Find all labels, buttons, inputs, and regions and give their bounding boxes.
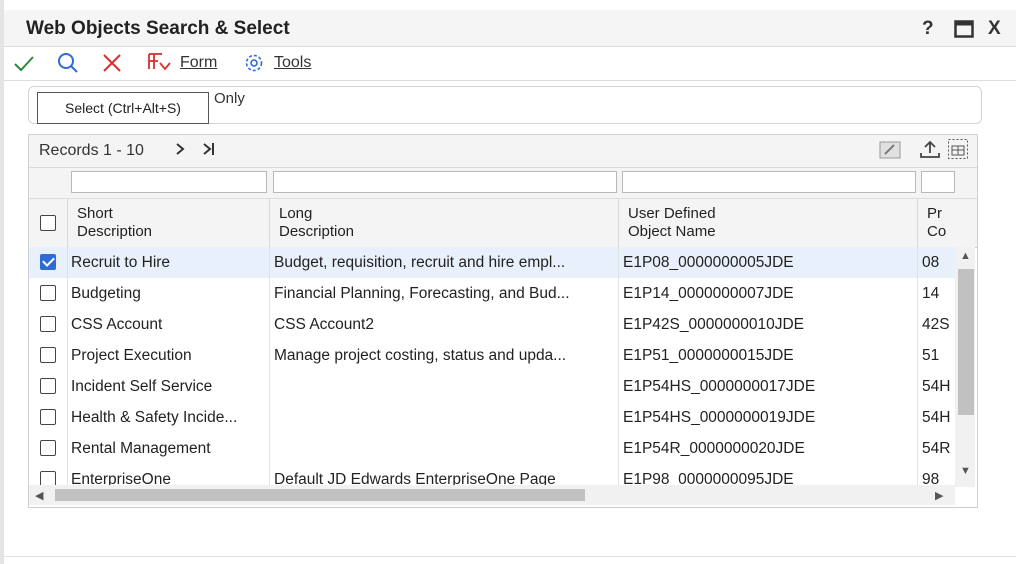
table-row[interactable]: Health & Safety Incide... E1P54HS_000000… [29, 402, 955, 434]
tools-menu[interactable]: Tools [274, 54, 311, 72]
cancel-icon[interactable] [100, 51, 124, 80]
row-checkbox[interactable] [40, 409, 56, 425]
row-checkbox[interactable] [40, 254, 56, 270]
maximize-icon[interactable] [954, 20, 974, 44]
grid-rows: Recruit to Hire Budget, requisition, rec… [29, 247, 977, 487]
grid-header-bar: Records 1 - 10 [29, 135, 977, 168]
row-checkbox[interactable] [40, 378, 56, 394]
form-icon[interactable] [146, 51, 172, 80]
cell-udo-name: E1P42S_0000000010JDE [623, 316, 804, 333]
cell-short-description: Rental Management [71, 440, 211, 457]
scroll-up-icon[interactable]: ▲ [960, 250, 971, 262]
col-divider [67, 199, 68, 247]
udo-name-filter[interactable] [622, 171, 916, 193]
table-row[interactable]: EnterpriseOne Default JD Edwards Enterpr… [29, 464, 955, 487]
row-checkbox[interactable] [40, 347, 56, 363]
row-checkbox[interactable] [40, 285, 56, 301]
cell-short-description: CSS Account [71, 316, 163, 333]
cell-short-description: Health & Safety Incide... [71, 409, 238, 426]
col-header-long-description[interactable]: Long Description [279, 205, 354, 241]
cell-product-code: 54H [922, 409, 951, 426]
product-code-filter[interactable] [921, 171, 955, 193]
cell-product-code: 14 [922, 285, 940, 302]
column-filter-row [29, 168, 977, 198]
short-description-filter[interactable] [71, 171, 267, 193]
long-description-filter[interactable] [273, 171, 617, 193]
table-row[interactable]: Rental Management E1P54R_0000000020JDE 5… [29, 433, 955, 465]
horizontal-scroll-thumb[interactable] [55, 489, 585, 501]
scroll-right-icon[interactable]: ▶ [935, 489, 943, 502]
cell-udo-name: E1P54HS_0000000019JDE [623, 409, 816, 426]
vertical-scrollbar[interactable]: ▲ ▼ [955, 247, 975, 487]
col-header-short-description[interactable]: Short Description [77, 205, 152, 241]
col-divider [269, 199, 270, 247]
export-icon[interactable] [919, 139, 941, 164]
cell-udo-name: E1P51_0000000015JDE [623, 347, 794, 364]
select-all-checkbox[interactable] [40, 215, 56, 231]
cell-udo-name: E1P08_0000000005JDE [623, 254, 794, 271]
search-icon[interactable] [56, 51, 80, 80]
table-row[interactable]: Recruit to Hire Budget, requisition, rec… [29, 247, 955, 279]
cell-product-code: 54R [922, 440, 951, 457]
vertical-scroll-thumb[interactable] [958, 269, 974, 415]
window-title: Web Objects Search & Select [26, 18, 290, 39]
column-header-row: Short Description Long Description User … [29, 198, 977, 248]
table-row[interactable]: Project Execution Manage project costing… [29, 340, 955, 372]
cell-long-description: Financial Planning, Forecasting, and Bud… [274, 285, 570, 302]
cell-product-code: 08 [922, 254, 940, 271]
help-button[interactable]: ? [922, 18, 934, 40]
cell-short-description: Recruit to Hire [71, 254, 171, 271]
table-row[interactable]: Budgeting Financial Planning, Forecastin… [29, 278, 955, 310]
window-bottom-edge [4, 556, 1016, 557]
last-page-icon[interactable] [201, 139, 217, 164]
cell-short-description: Budgeting [71, 285, 141, 302]
grid-format-icon[interactable] [947, 138, 969, 165]
row-checkbox[interactable] [40, 316, 56, 332]
edit-grid-icon[interactable] [879, 140, 901, 165]
cell-long-description: Manage project costing, status and upda.… [274, 347, 567, 364]
select-tooltip: Select (Ctrl+Alt+S) [37, 92, 209, 124]
cell-udo-name: E1P54HS_0000000017JDE [623, 378, 816, 395]
records-label: Records 1 - 10 [39, 142, 144, 159]
cell-long-description: CSS Account2 [274, 316, 374, 333]
scroll-down-icon[interactable]: ▼ [960, 465, 971, 477]
tools-label: Tools [274, 54, 312, 71]
cell-short-description: Project Execution [71, 347, 192, 364]
title-bar: Web Objects Search & Select ? X [4, 10, 1016, 47]
toolbar: Form Tools [4, 48, 1016, 81]
cell-udo-name: E1P14_0000000007JDE [623, 285, 794, 302]
table-row[interactable]: CSS Account CSS Account2 E1P42S_00000000… [29, 309, 955, 341]
cell-long-description: Budget, requisition, recruit and hire em… [274, 254, 566, 271]
col-header-udo-name[interactable]: User Defined Object Name [628, 205, 716, 241]
row-checkbox[interactable] [40, 440, 56, 456]
cell-short-description: Incident Self Service [71, 378, 213, 395]
cell-product-code: 51 [922, 347, 940, 364]
horizontal-scrollbar[interactable]: ◀ ▶ [29, 485, 955, 505]
form-label: Form [180, 54, 218, 71]
next-page-icon[interactable] [173, 139, 187, 164]
cell-udo-name: E1P54R_0000000020JDE [623, 440, 805, 457]
check-icon[interactable] [12, 51, 36, 80]
close-button[interactable]: X [988, 18, 1001, 40]
col-divider [618, 199, 619, 247]
cell-product-code: 54H [922, 378, 951, 395]
cell-product-code: 42S [922, 316, 950, 333]
col-header-product-code[interactable]: Pr Co [927, 205, 949, 241]
only-label: Only [214, 90, 245, 107]
window-left-edge [0, 0, 4, 564]
results-grid: Records 1 - 10 Short Description Long De… [28, 134, 978, 508]
col-divider [917, 199, 918, 247]
table-row[interactable]: Incident Self Service E1P54HS_0000000017… [29, 371, 955, 403]
form-menu[interactable]: Form [180, 54, 217, 72]
scroll-left-icon[interactable]: ◀ [35, 489, 43, 502]
tools-gear-icon[interactable] [242, 51, 266, 80]
